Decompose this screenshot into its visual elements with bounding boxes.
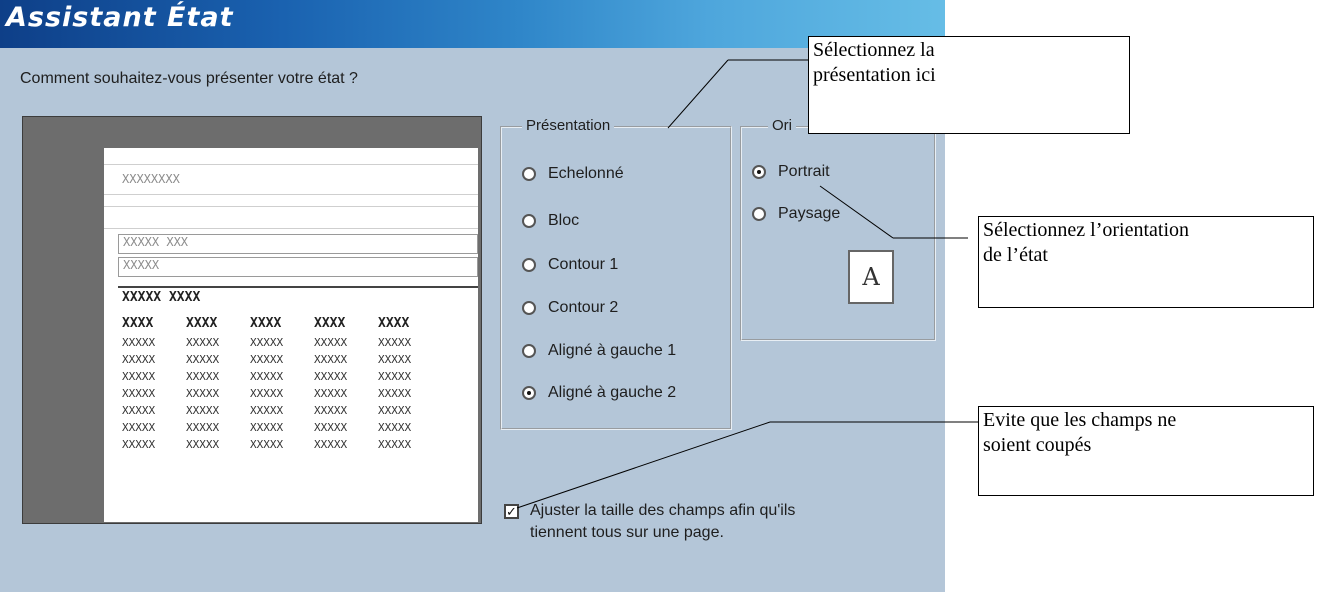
callout-presentation-line2: présentation ici [813,64,936,86]
leader-fit-a [516,421,771,509]
callout-orientation: Sélectionnez l’orientation de l’état [978,216,1314,308]
callout-orientation-line1: Sélectionnez l’orientation [983,219,1190,241]
callout-fit-line2: soient coupés [983,434,1092,456]
callout-fit-line1: Evite que les champs ne [983,409,1177,431]
leader-presentation-a [667,59,729,129]
callout-fit: Evite que les champs ne soient coupés [978,406,1314,496]
callout-presentation: Sélectionnez la présentation ici [808,36,1130,134]
callout-orientation-line2: de l’état [983,244,1048,266]
leader-orientation-a [819,185,894,239]
callout-presentation-line1: Sélectionnez la [813,39,935,61]
